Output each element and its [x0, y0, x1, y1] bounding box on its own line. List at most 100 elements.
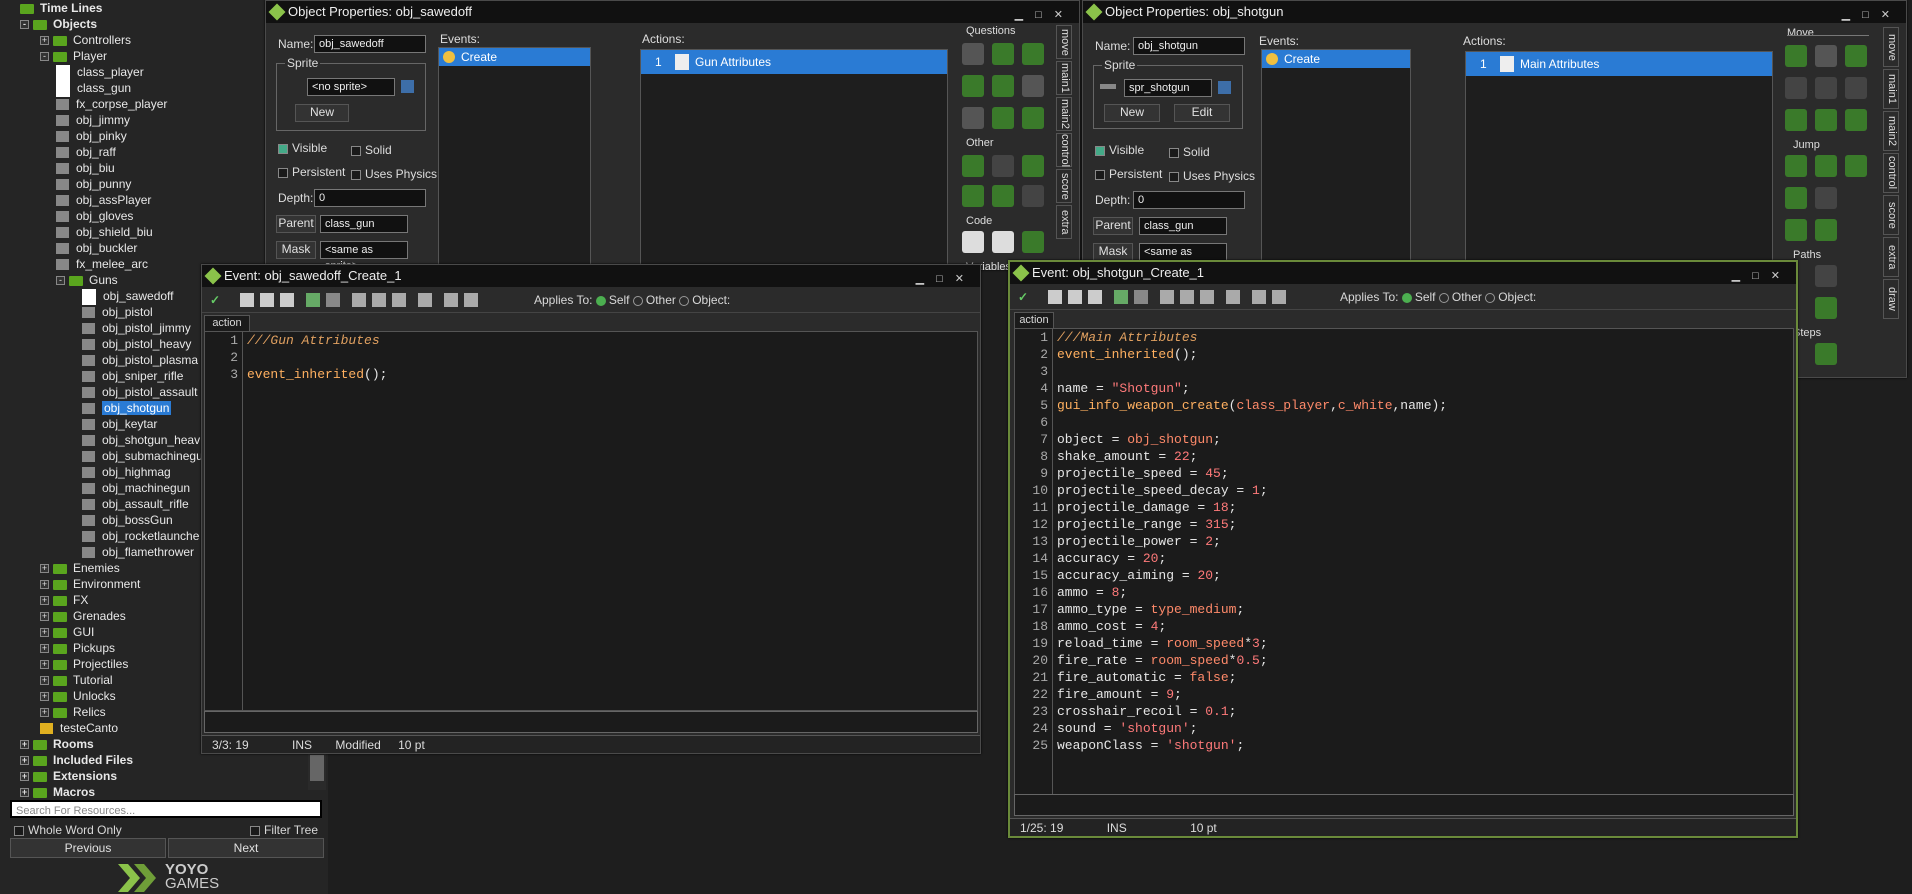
code-line[interactable]: ammo_type = type_medium;	[1057, 601, 1793, 618]
code-line[interactable]: fire_amount = 9;	[1057, 686, 1793, 703]
question-icon[interactable]	[962, 107, 984, 129]
question-icon[interactable]	[992, 107, 1014, 129]
physics-checkbox[interactable]	[351, 169, 361, 180]
paste-icon[interactable]	[1200, 290, 1214, 304]
move-contact-icon[interactable]	[1785, 219, 1807, 241]
solid-option[interactable]: Solid	[1169, 145, 1210, 159]
code-line[interactable]: projectile_range = 315;	[1057, 516, 1793, 533]
solid-option[interactable]: Solid	[351, 143, 392, 157]
window-controls[interactable]: ▁□✕	[1842, 4, 1902, 26]
code-line[interactable]: name = "Shotgun";	[1057, 380, 1793, 397]
tree-item[interactable]: obj_rocketlaunche	[82, 528, 199, 544]
visible-option[interactable]: Visible	[278, 141, 327, 155]
check-code-icon[interactable]	[1272, 290, 1286, 304]
tab-main2[interactable]: main2	[1056, 97, 1072, 131]
paste-icon[interactable]	[392, 293, 406, 307]
expand-icon[interactable]: +	[40, 708, 49, 718]
tree-item[interactable]: obj_shotgun_heav	[82, 432, 200, 448]
tab-main1[interactable]: main1	[1883, 69, 1899, 109]
ev1-titlebar[interactable]: Event: obj_sawedoff_Create_1 ▁□✕	[202, 265, 980, 287]
whole-word-option[interactable]: Whole Word Only	[14, 823, 122, 837]
code-line[interactable]: fire_automatic = false;	[1057, 669, 1793, 686]
tab-move[interactable]: move	[1883, 27, 1899, 67]
step-towards-icon[interactable]	[1815, 343, 1837, 365]
tab-move[interactable]: move	[1056, 25, 1072, 59]
move-free-icon[interactable]	[1815, 45, 1837, 67]
name-input[interactable]: obj_sawedoff	[314, 35, 426, 53]
mask-input[interactable]: <same as sprite>	[320, 241, 408, 272]
op1-titlebar[interactable]: Object Properties: obj_sawedoff ▁□✕	[266, 1, 1079, 23]
speed-vertical-icon[interactable]	[1815, 77, 1837, 99]
undo-icon[interactable]	[306, 293, 320, 307]
code-line[interactable]: gui_info_weapon_create(class_player,c_wh…	[1057, 397, 1793, 414]
tree-item[interactable]: obj_jimmy	[56, 112, 130, 128]
tree-item[interactable]: + Tutorial	[40, 672, 113, 688]
tree-item[interactable]: obj_pistol	[82, 304, 153, 320]
other-icon[interactable]	[992, 185, 1014, 207]
expand-icon[interactable]: +	[40, 660, 49, 670]
visible-checkbox[interactable]	[1095, 145, 1105, 156]
next-button[interactable]: Next	[168, 838, 324, 858]
goto-icon[interactable]	[444, 293, 458, 307]
ev2-hscroll[interactable]	[1014, 794, 1794, 816]
gravity-icon[interactable]	[1845, 77, 1867, 99]
code-editor[interactable]: 1 2 3 ///Gun Attributes event_inherited();	[204, 331, 978, 711]
sprite-new-button[interactable]: New	[295, 104, 349, 122]
tree-item[interactable]: + Projectiles	[40, 656, 128, 672]
redo-icon[interactable]	[1134, 290, 1148, 304]
question-icon[interactable]	[992, 43, 1014, 65]
code-line[interactable]: crosshair_recoil = 0.1;	[1057, 703, 1793, 720]
expand-icon[interactable]: +	[40, 676, 49, 686]
copy-icon[interactable]	[372, 293, 386, 307]
collapse-icon[interactable]: -	[40, 52, 49, 62]
mask-button[interactable]: Mask	[276, 241, 316, 259]
tree-item[interactable]: obj_machinegun	[82, 480, 190, 496]
tree-item[interactable]: + GUI	[40, 624, 94, 640]
ok-icon[interactable]: ✓	[1018, 290, 1032, 304]
tree-item[interactable]: obj_highmag	[82, 464, 171, 480]
end-path-icon[interactable]	[1815, 265, 1837, 287]
other-icon[interactable]	[962, 185, 984, 207]
tree-item[interactable]: class_gun	[56, 80, 131, 97]
tree-item[interactable]: + Pickups	[40, 640, 115, 656]
ok-icon[interactable]: ✓	[210, 293, 224, 307]
sprite-input[interactable]: spr_shotgun	[1124, 79, 1212, 97]
question-icon[interactable]	[992, 75, 1014, 97]
code-line[interactable]	[247, 349, 977, 366]
open-icon[interactable]	[240, 293, 254, 307]
cut-icon[interactable]	[352, 293, 366, 307]
redo-icon[interactable]	[326, 293, 340, 307]
object-radio[interactable]	[679, 295, 690, 306]
question-icon[interactable]	[1022, 107, 1044, 129]
question-icon[interactable]	[962, 43, 984, 65]
tree-item[interactable]: obj_buckler	[56, 240, 137, 256]
code-line[interactable]: ammo = 8;	[1057, 584, 1793, 601]
tab-extra[interactable]: extra	[1056, 205, 1072, 239]
tree-item[interactable]: obj_sniper_rifle	[82, 368, 183, 384]
ev2-titlebar[interactable]: Event: obj_shotgun_Create_1 ▁□✕	[1010, 262, 1796, 284]
depth-input[interactable]: 0	[314, 189, 426, 207]
tab-main2[interactable]: main2	[1883, 111, 1899, 151]
tab-score[interactable]: score	[1883, 195, 1899, 235]
expand-icon[interactable]: +	[20, 740, 29, 750]
action-item[interactable]: 1 Gun Attributes	[641, 50, 947, 74]
actions-list[interactable]: 1 Gun Attributes	[640, 49, 948, 271]
parent-button[interactable]: Parent	[276, 215, 316, 233]
persistent-checkbox[interactable]	[1095, 169, 1105, 180]
question-icon[interactable]	[1022, 75, 1044, 97]
object-radio[interactable]	[1485, 292, 1496, 303]
tree-item[interactable]: testeCanto	[40, 720, 118, 736]
tree-item[interactable]: obj_biu	[56, 160, 115, 176]
filter-tree-checkbox[interactable]	[250, 825, 260, 836]
expand-icon[interactable]: +	[20, 788, 29, 798]
exit-icon[interactable]	[1022, 155, 1044, 177]
code-line[interactable]: projectile_speed = 45;	[1057, 465, 1793, 482]
code-line[interactable]: weaponClass = 'shotgun';	[1057, 737, 1793, 754]
visible-option[interactable]: Visible	[1095, 143, 1144, 157]
code-line[interactable]: ///Gun Attributes	[247, 332, 977, 349]
visible-checkbox[interactable]	[278, 143, 288, 154]
expand-icon[interactable]: +	[40, 564, 49, 574]
wrap-screen-icon[interactable]	[1815, 187, 1837, 209]
tree-item[interactable]: obj_shield_biu	[56, 224, 153, 240]
event-create[interactable]: Create	[1262, 50, 1410, 68]
